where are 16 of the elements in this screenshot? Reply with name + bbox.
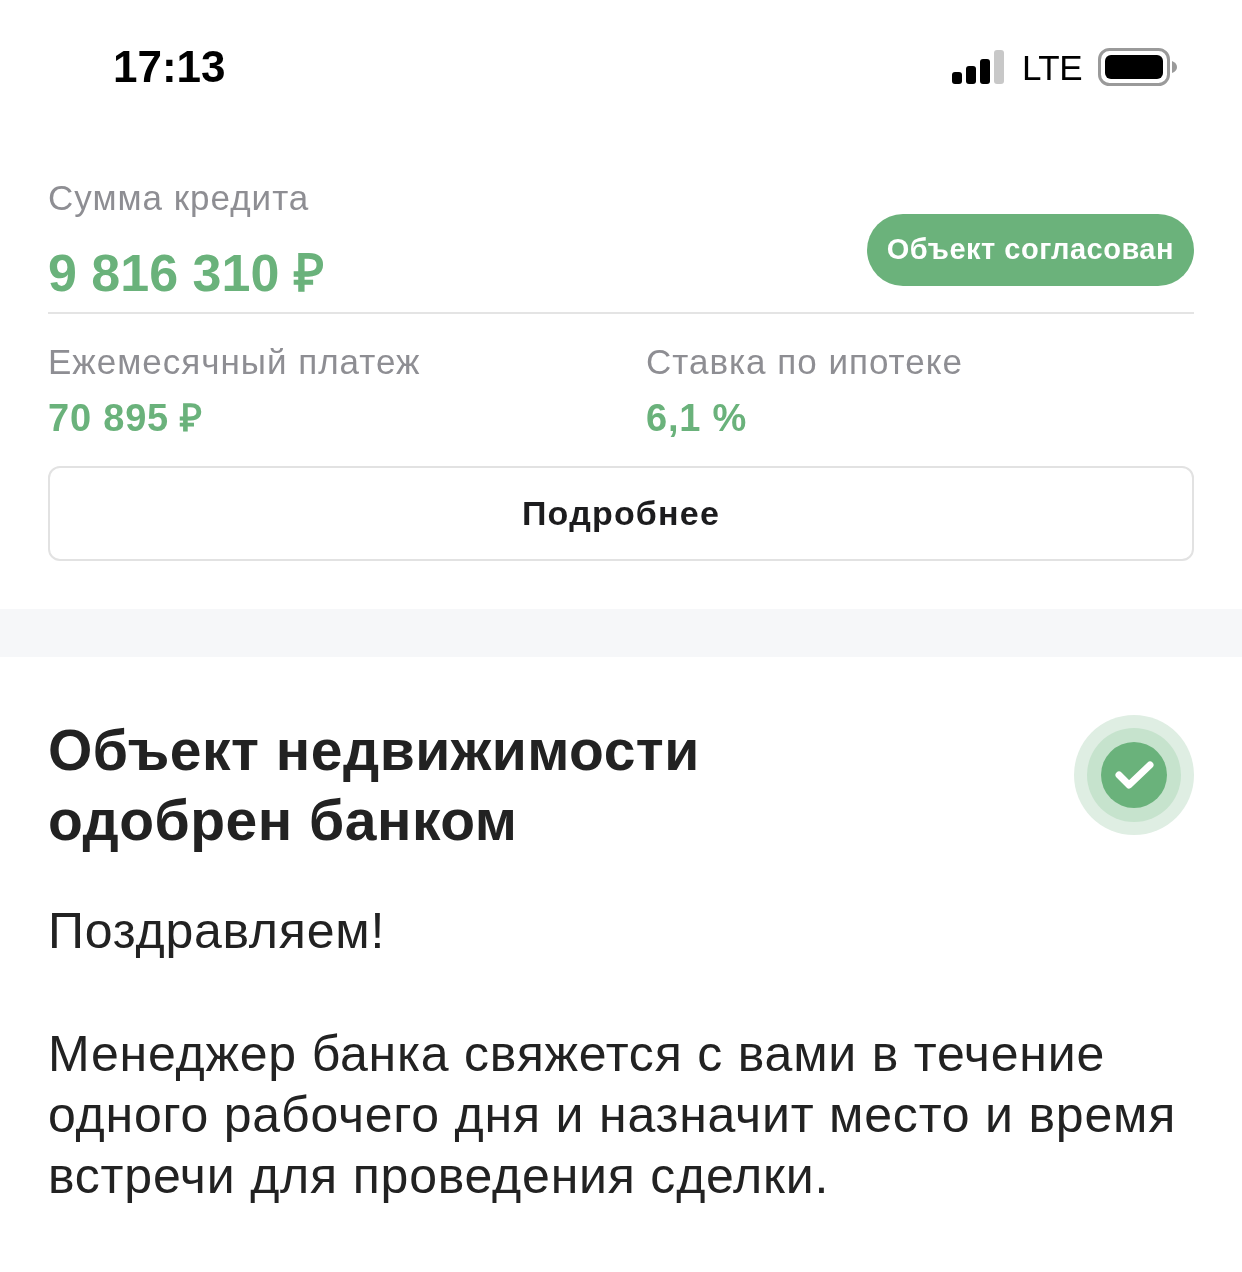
status-time: 17:13 xyxy=(113,45,226,89)
detail-value: 6,1 % xyxy=(646,398,749,438)
approval-message: Менеджер банка свяжется с вами в течение одного рабочего дня и назначит место и время встречи для проведения сделки. xyxy=(48,1025,1178,1206)
battery-icon xyxy=(1098,48,1178,86)
status-badge: Объект согласован xyxy=(866,214,1194,286)
detail-label: Ставка по ипотеке xyxy=(646,342,964,382)
signal-icon xyxy=(951,50,1006,84)
detail-value: 70 895 ₽ xyxy=(48,398,205,438)
network-label: LTE xyxy=(1021,49,1082,85)
greeting-text: Поздравляем! xyxy=(48,902,387,961)
check-circle-icon xyxy=(1074,715,1194,835)
detail-label: Ежемесячный платеж xyxy=(48,342,422,382)
approval-title: Объект недвижимости одобрен банком xyxy=(48,717,701,854)
loan-amount-value: 9 816 310 ₽ xyxy=(48,244,324,302)
loan-amount-label: Сумма кредита xyxy=(48,178,311,218)
details-button[interactable]: Подробнее xyxy=(48,466,1194,561)
